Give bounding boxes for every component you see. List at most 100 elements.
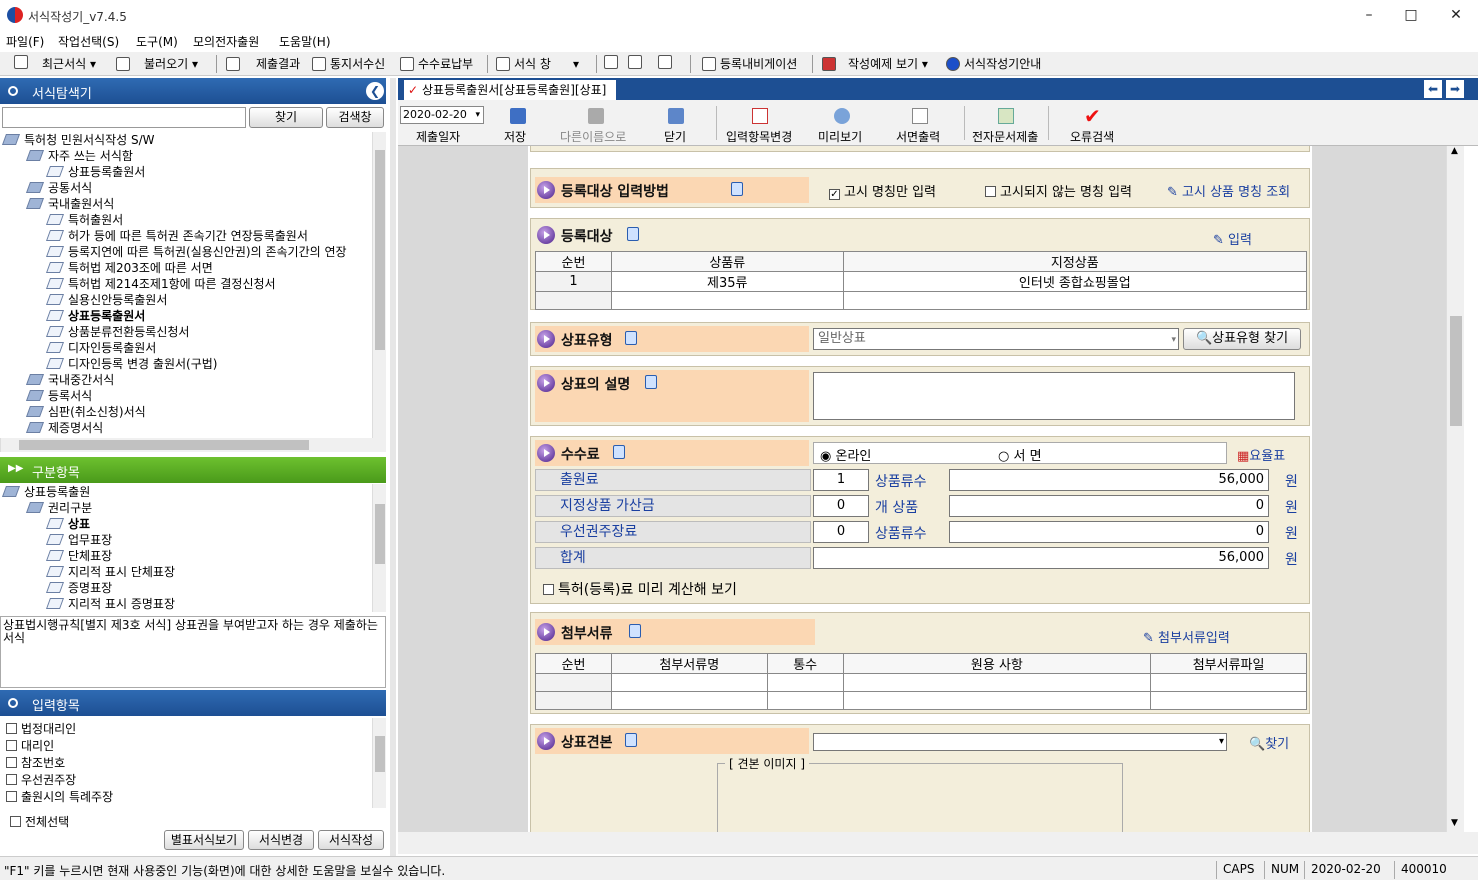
clip-icon[interactable] <box>645 375 657 389</box>
input-item-checkbox[interactable]: 출원시의 특례주장 <box>6 788 113 805</box>
clip-icon[interactable] <box>625 331 637 345</box>
explorer-tree-node[interactable]: 특허출원서 <box>45 212 123 228</box>
submit-date-picker[interactable]: 2020-02-20 ▾ <box>400 106 484 124</box>
explorer-tree-node[interactable]: 공통서식 <box>25 180 92 196</box>
form-hscroll[interactable] <box>398 832 1478 854</box>
explorer-vscroll[interactable] <box>372 132 386 438</box>
form-change-button[interactable]: 서식변경 <box>248 830 314 850</box>
category-tree-node[interactable]: 상표 <box>45 516 90 532</box>
menu-tools[interactable]: 도구(M) <box>136 33 178 50</box>
target-row[interactable] <box>535 291 1308 310</box>
input-items-vscroll[interactable] <box>372 718 386 808</box>
search-window-button[interactable]: 검색창 <box>326 107 384 128</box>
fee-count-input[interactable]: 0 <box>813 521 869 543</box>
explorer-tree-node[interactable]: 허가 등에 따른 특허권 존속기간 연장등록출원서 <box>45 228 308 244</box>
submit-result-button[interactable]: 제출결과 <box>226 55 300 72</box>
preview-icon[interactable] <box>834 108 850 124</box>
fee-count-input[interactable]: 0 <box>813 495 869 517</box>
collapse-panel-icon[interactable]: ❮ <box>366 82 384 100</box>
explorer-tree-node[interactable]: 상표등록출원서 <box>45 308 145 324</box>
save-as-button[interactable]: 다른이름으로 <box>560 128 626 145</box>
input-item-checkbox[interactable]: 우선권주장 <box>6 771 76 788</box>
e-submit-button[interactable]: 전자문서제출 <box>972 128 1038 145</box>
form-vscroll[interactable]: ▲ ▼ <box>1446 146 1464 832</box>
erase-tool-button[interactable] <box>628 55 646 69</box>
error-check-icon[interactable]: ✔ <box>1084 104 1101 128</box>
explorer-tree-node[interactable]: 국내중간서식 <box>25 372 114 388</box>
explorer-tree-node[interactable]: 실용신안등록출원서 <box>45 292 167 308</box>
explorer-tree-node[interactable]: 등록지연에 따른 특허권(실용신안권)의 존속기간의 연장 <box>45 244 347 260</box>
change-items-button[interactable]: 입력항목변경 <box>726 128 792 145</box>
guide-button[interactable]: 서식작성기안내 <box>946 55 1041 72</box>
find-button[interactable]: 찾기 <box>249 107 323 128</box>
explorer-tree-node[interactable]: 등록서식 <box>25 388 92 404</box>
calc-tool-button[interactable] <box>658 55 676 69</box>
category-tree-node[interactable]: 상표등록출원 <box>1 484 90 500</box>
appendix-view-button[interactable]: 별표서식보기 <box>164 830 244 850</box>
clip-icon[interactable] <box>629 624 641 638</box>
category-tree-node[interactable]: 권리구분 <box>25 500 92 516</box>
attach-input-link[interactable]: ✎ 첨부서류입력 <box>1143 627 1230 646</box>
trash-icon[interactable] <box>668 108 684 124</box>
attach-row[interactable] <box>535 691 1307 710</box>
print-icon[interactable] <box>912 108 928 124</box>
select-all-checkbox[interactable]: 전체선택 <box>10 813 69 830</box>
notice-name-only-checkbox[interactable]: ✓ 고시 명칭만 입력 <box>829 181 936 200</box>
target-row[interactable]: 1 제35류 인터넷 종합쇼핑몰업 <box>535 271 1308 292</box>
e-submit-icon[interactable] <box>998 108 1014 124</box>
explorer-tree-node[interactable]: 디자인등록 변경 출원서(구법) <box>45 356 217 372</box>
precalc-checkbox[interactable]: 특허(등록)료 미리 계산해 보기 <box>543 579 737 599</box>
explorer-tree-node[interactable]: 심판(취소신청)서식 <box>25 404 146 420</box>
notice-receive-button[interactable]: 통지서수신 <box>312 55 385 72</box>
description-textarea[interactable] <box>813 372 1295 420</box>
explorer-hscroll[interactable] <box>0 438 386 452</box>
save-icon[interactable] <box>510 108 526 124</box>
doc-tab[interactable]: ✓ 상표등록출원서[상표등록출원][상표] <box>404 80 617 100</box>
clip-icon[interactable] <box>625 733 637 747</box>
preview-button[interactable]: 미리보기 <box>818 128 862 145</box>
save-as-icon[interactable] <box>588 108 604 124</box>
input-item-checkbox[interactable]: 대리인 <box>6 737 54 754</box>
form-write-button[interactable]: 서식작성 <box>318 830 384 850</box>
category-tree-node[interactable]: 지리적 표시 증명표장 <box>45 596 175 612</box>
menu-file[interactable]: 파일(F) <box>6 33 44 50</box>
clip-icon[interactable] <box>627 227 639 241</box>
explorer-search-input[interactable] <box>2 107 246 128</box>
minimize-button[interactable]: – <box>1354 4 1384 26</box>
clip-icon[interactable] <box>613 445 625 459</box>
prev-tab-icon[interactable]: ⬅ <box>1424 80 1442 98</box>
explorer-tree-node[interactable]: 디자인등록출원서 <box>45 340 156 356</box>
menu-mock-filing[interactable]: 모의전자출원 <box>193 33 259 50</box>
menu-help[interactable]: 도움말(H) <box>279 33 331 50</box>
input-item-checkbox[interactable]: 법정대리인 <box>6 720 76 737</box>
explorer-tree-node[interactable]: 상표등록출원서 <box>45 164 145 180</box>
explorer-tree-node[interactable]: 특허청 민원서식작성 S/W <box>1 132 155 148</box>
change-items-icon[interactable] <box>752 108 768 124</box>
type-select[interactable]: 일반상표 ▾ <box>813 328 1179 350</box>
explorer-tree-node[interactable]: 국내출원서식 <box>25 196 114 212</box>
recent-forms-button[interactable]: 최근서식 ▾ <box>42 55 96 72</box>
next-tab-icon[interactable]: ➡ <box>1446 80 1464 98</box>
close-doc-button[interactable]: 닫기 <box>664 128 686 145</box>
category-tree-node[interactable]: 단체표장 <box>45 548 112 564</box>
new-doc-button[interactable] <box>14 55 32 69</box>
sample-find-link[interactable]: 🔍찾기 <box>1249 733 1289 752</box>
explorer-tree-node[interactable]: 특허법 제214조제1항에 따른 결정신청서 <box>45 276 276 292</box>
clip-icon[interactable] <box>731 182 743 196</box>
explorer-tree-node[interactable]: 자주 쓰는 서식함 <box>25 148 133 164</box>
category-tree-node[interactable]: 지리적 표시 단체표장 <box>45 564 175 580</box>
fee-pay-button[interactable]: 수수료납부 <box>400 55 473 72</box>
unnoticed-name-checkbox[interactable]: 고시되지 않는 명칭 입력 <box>985 181 1132 200</box>
print-button[interactable]: 서면출력 <box>896 128 940 145</box>
fee-count-input[interactable]: 1 <box>813 469 869 491</box>
close-window-button[interactable]: ✕ <box>1441 4 1471 26</box>
target-input-link[interactable]: ✎ 입력 <box>1213 229 1252 248</box>
notice-lookup-link[interactable]: ✎ 고시 상품 명칭 조회 <box>1167 181 1290 200</box>
example-view-button[interactable]: 작성예제 보기 ▾ <box>822 55 928 72</box>
category-vscroll[interactable] <box>372 484 386 612</box>
splitter[interactable] <box>390 78 396 856</box>
rate-table-link[interactable]: ▦요율표 <box>1237 445 1285 464</box>
category-tree-node[interactable]: 업무표장 <box>45 532 112 548</box>
edit-tool-button[interactable] <box>604 55 622 69</box>
attach-row[interactable] <box>535 673 1307 692</box>
